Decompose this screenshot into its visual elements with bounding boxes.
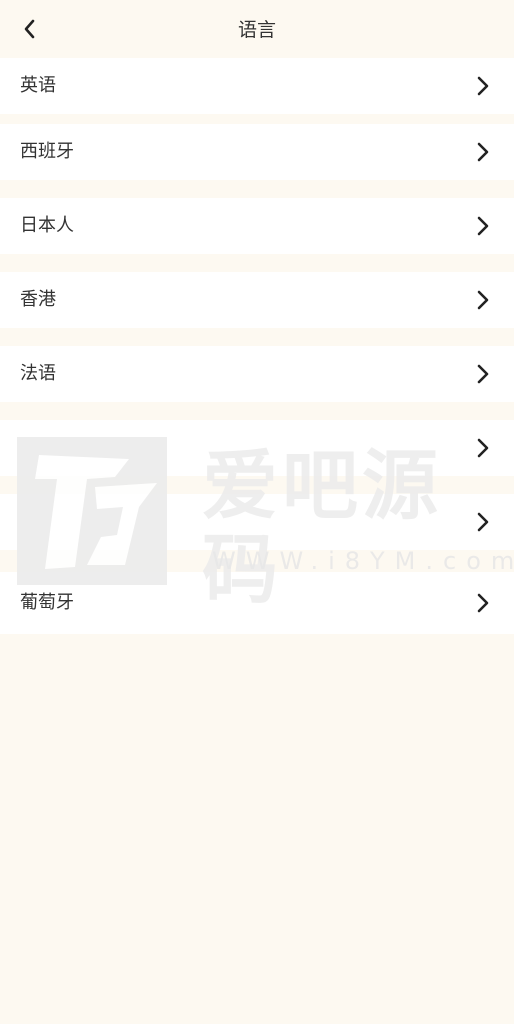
language-label: 香港 [20,289,56,310]
language-item-portuguese[interactable]: 葡萄牙 [0,572,514,634]
chevron-right-icon [477,512,489,532]
language-item-7[interactable] [0,494,514,550]
chevron-right-icon [477,438,489,458]
language-label: 葡萄牙 [20,592,74,613]
chevron-right-icon [477,364,489,384]
chevron-right-icon [477,290,489,310]
chevron-right-icon [477,216,489,236]
language-label: 西班牙 [20,141,74,162]
language-label: 日本人 [20,215,74,236]
chevron-right-icon [477,76,489,96]
top-app-bar: 语言 [0,0,514,58]
language-item-spanish[interactable]: 西班牙 [0,124,514,180]
language-item-6[interactable] [0,420,514,476]
page-title: 语言 [237,19,276,41]
language-label: 法语 [20,363,56,384]
chevron-right-icon [477,142,489,162]
language-item-french[interactable]: 法语 [0,346,514,402]
language-label: 英语 [20,75,56,96]
language-item-english[interactable]: 英语 [0,58,514,114]
language-item-hongkong[interactable]: 香港 [0,272,514,328]
language-item-japanese[interactable]: 日本人 [0,198,514,254]
chevron-right-icon [477,593,489,613]
